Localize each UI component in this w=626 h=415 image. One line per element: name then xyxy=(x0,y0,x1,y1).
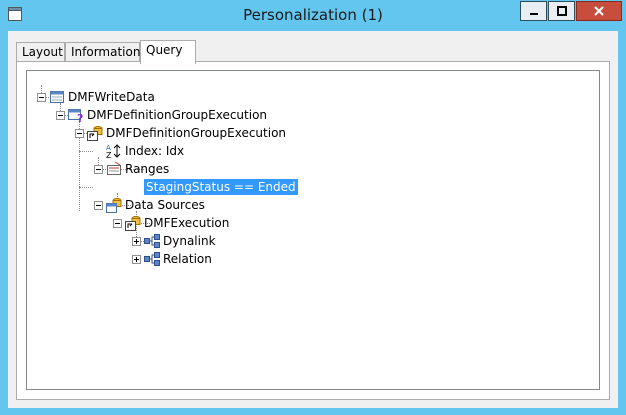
query-tab-panel: DMFWriteData ? DMFDefinitionGroupExecuti… xyxy=(16,61,610,400)
tree-node-label: Relation xyxy=(163,252,212,266)
sort-index-icon: A Z xyxy=(106,144,121,159)
datasource-table-icon xyxy=(125,216,141,231)
personalization-window: Personalization (1) Layout Information Q… xyxy=(0,0,626,415)
expand-toggle[interactable] xyxy=(132,255,141,264)
minimize-icon xyxy=(529,13,538,15)
expand-toggle[interactable] xyxy=(132,237,141,246)
tree-node-label: DMFWriteData xyxy=(68,90,155,104)
tree-node-data-sources[interactable]: Data Sources xyxy=(27,196,327,214)
tree-node-dmfdefinitiongroupexecution-datasource[interactable]: DMFDefinitionGroupExecution xyxy=(27,124,327,142)
collapse-toggle[interactable] xyxy=(94,165,103,174)
tree-node-label: Data Sources xyxy=(125,198,205,212)
tree-node-label: Dynalink xyxy=(163,234,216,248)
tree-node-label: DMFDefinitionGroupExecution xyxy=(106,126,287,140)
tree-node-dmfdefinitiongroupexecution-query[interactable]: ? DMFDefinitionGroupExecution xyxy=(27,106,327,124)
ranges-icon xyxy=(107,161,121,175)
datasource-table-icon xyxy=(87,126,103,141)
tree-node-dmfexecution[interactable]: DMFExecution xyxy=(27,214,327,232)
tree-node-range-stagingstatus[interactable]: StagingStatus == Ended xyxy=(27,178,327,196)
tree-node-ranges[interactable]: Ranges xyxy=(27,160,327,178)
tab-query[interactable]: Query xyxy=(140,40,196,64)
datasources-icon xyxy=(106,198,122,213)
tab-information[interactable]: Information xyxy=(65,42,140,62)
maximize-button[interactable] xyxy=(548,1,575,21)
minimize-button[interactable] xyxy=(520,1,547,21)
tree-node-dynalink[interactable]: Dynalink xyxy=(27,232,327,250)
table-question-icon: ? xyxy=(68,109,83,123)
tree-node-label: DMFExecution xyxy=(144,216,230,230)
link-icon xyxy=(144,234,160,248)
link-icon xyxy=(144,252,160,266)
dialog-client-area: Layout Information Query DMFWriteData ? … xyxy=(8,31,618,408)
svg-text:?: ? xyxy=(77,112,83,123)
tab-layout[interactable]: Layout xyxy=(16,42,65,62)
query-tree-view[interactable]: DMFWriteData ? DMFDefinitionGroupExecuti… xyxy=(26,70,600,390)
collapse-toggle[interactable] xyxy=(37,93,46,102)
query-icon xyxy=(50,91,64,103)
collapse-toggle[interactable] xyxy=(113,219,122,228)
tree-node-label: Ranges xyxy=(125,162,170,176)
tree-node-index[interactable]: A Z Index: Idx xyxy=(27,142,327,160)
maximize-icon xyxy=(556,6,567,16)
tree-node-dmfwritedata[interactable]: DMFWriteData xyxy=(27,88,327,106)
svg-text:Z: Z xyxy=(106,151,112,159)
tree-node-label: Index: Idx xyxy=(125,144,185,158)
collapse-toggle[interactable] xyxy=(75,129,84,138)
title-bar[interactable]: Personalization (1) xyxy=(0,0,626,30)
collapse-toggle[interactable] xyxy=(94,201,103,210)
close-icon xyxy=(594,6,604,16)
close-button[interactable] xyxy=(576,1,622,21)
collapse-toggle[interactable] xyxy=(56,111,65,120)
tree-node-label: DMFDefinitionGroupExecution xyxy=(87,108,268,122)
tree-node-relation[interactable]: Relation xyxy=(27,250,327,268)
tree-node-label: StagingStatus == Ended xyxy=(144,179,298,195)
